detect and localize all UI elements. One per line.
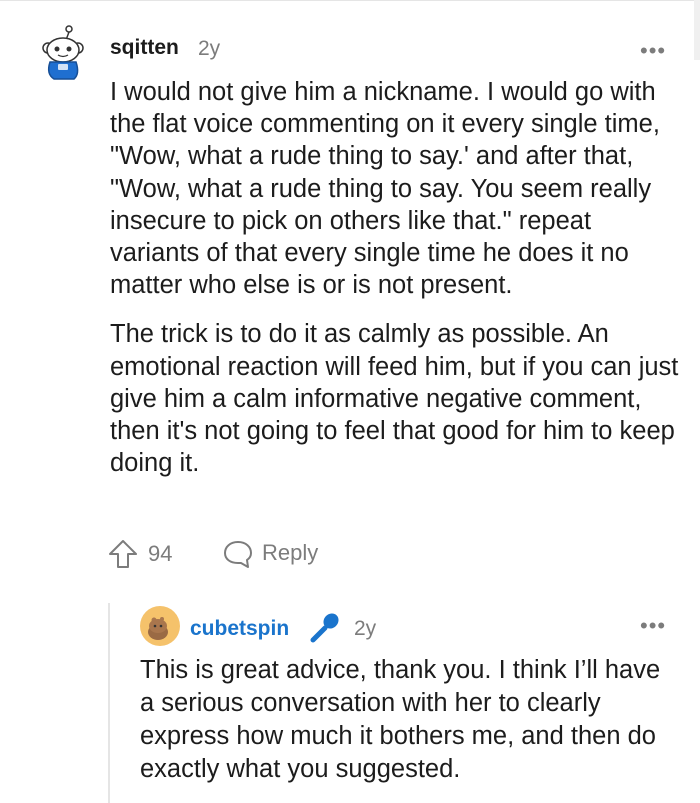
comment-bubble-icon [224,541,252,568]
upvote-arrow-icon [109,540,137,568]
comment-username[interactable]: cubetspin [190,617,289,641]
scrollbar-track[interactable] [694,0,700,60]
snoo-avatar-icon [42,25,84,80]
comment-username[interactable]: sqitten [110,36,179,60]
more-options-button[interactable]: ••• [640,613,666,639]
comment-body: This is great advice, thank you. I think… [140,654,680,786]
more-options-button[interactable]: ••• [640,38,666,64]
reply-label[interactable]: Reply [262,540,318,566]
upvote-button[interactable] [108,539,138,569]
thread-line[interactable] [108,603,110,803]
avatar[interactable] [40,24,86,80]
vote-count: 94 [148,541,173,566]
snoo-avatar-icon [140,606,180,646]
comment-timestamp: 2y [354,617,377,640]
comment-body: I would not give him a nickname. I would… [110,76,680,496]
comment-paragraph: I would not give him a nickname. I would… [110,78,660,300]
comment-paragraph: This is great advice, thank you. I think… [140,656,661,783]
microphone-icon [307,608,345,644]
reply-button[interactable] [222,539,254,569]
avatar[interactable] [140,606,180,646]
comment-timestamp: 2y [198,37,221,60]
top-divider [0,0,700,1]
comment-paragraph: The trick is to do it as calmly as possi… [110,320,679,478]
